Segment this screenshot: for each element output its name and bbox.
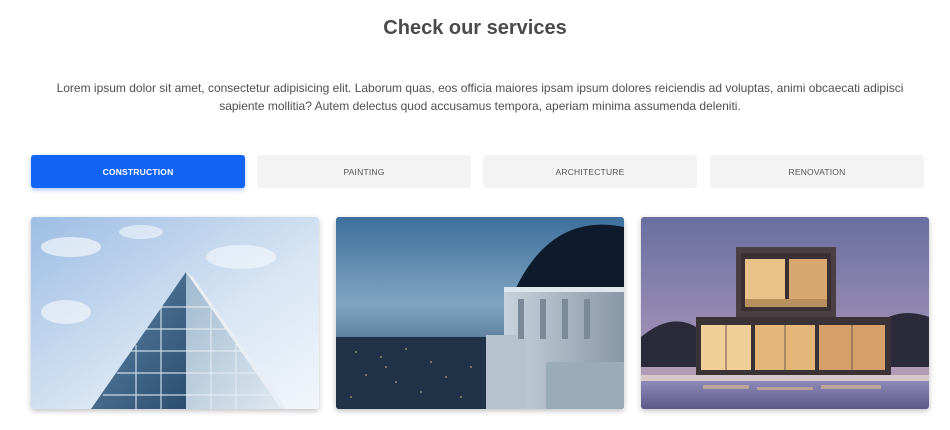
modern-house-photo bbox=[641, 217, 929, 409]
tab-construction[interactable]: CONSTRUCTION bbox=[31, 155, 245, 188]
tab-painting[interactable]: PAINTING bbox=[257, 155, 471, 188]
observatory-photo bbox=[336, 217, 624, 409]
gallery-image-modern-house[interactable] bbox=[641, 217, 929, 409]
tab-renovation[interactable]: RENOVATION bbox=[710, 155, 924, 188]
tab-architecture[interactable]: ARCHITECTURE bbox=[483, 155, 697, 188]
gallery-image-observatory[interactable] bbox=[336, 217, 624, 409]
section-description: Lorem ipsum dolor sit amet, consectetur … bbox=[56, 81, 904, 113]
gallery-image-skyscraper[interactable] bbox=[31, 217, 319, 409]
section-title: Check our services bbox=[383, 17, 567, 39]
skyscraper-photo bbox=[31, 217, 319, 409]
